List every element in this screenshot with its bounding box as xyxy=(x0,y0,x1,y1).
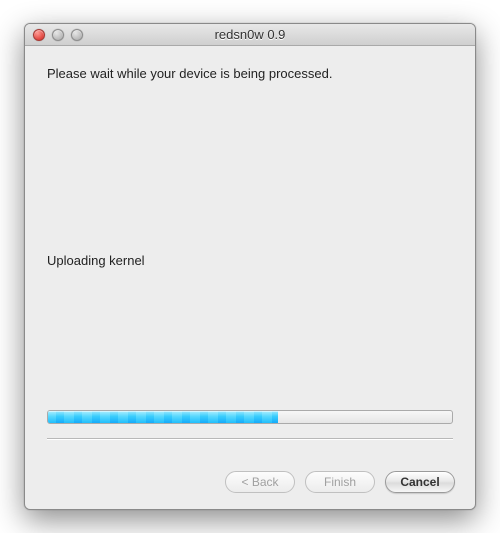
minimize-icon xyxy=(52,29,64,41)
button-row: < Back Finish Cancel xyxy=(25,459,475,509)
back-button: < Back xyxy=(225,471,295,493)
zoom-icon xyxy=(71,29,83,41)
divider xyxy=(47,438,453,439)
progress-bar xyxy=(47,410,453,424)
progress-fill xyxy=(48,411,278,423)
titlebar[interactable]: redsn0w 0.9 xyxy=(25,24,475,46)
status-text: Uploading kernel xyxy=(47,253,453,268)
app-window: redsn0w 0.9 Please wait while your devic… xyxy=(24,23,476,510)
instruction-text: Please wait while your device is being p… xyxy=(47,66,453,81)
progress-container xyxy=(47,410,453,424)
cancel-button[interactable]: Cancel xyxy=(385,471,455,493)
window-title: redsn0w 0.9 xyxy=(25,27,475,42)
close-icon[interactable] xyxy=(33,29,45,41)
traffic-lights xyxy=(33,29,83,41)
finish-button: Finish xyxy=(305,471,375,493)
content-area: Please wait while your device is being p… xyxy=(25,46,475,459)
